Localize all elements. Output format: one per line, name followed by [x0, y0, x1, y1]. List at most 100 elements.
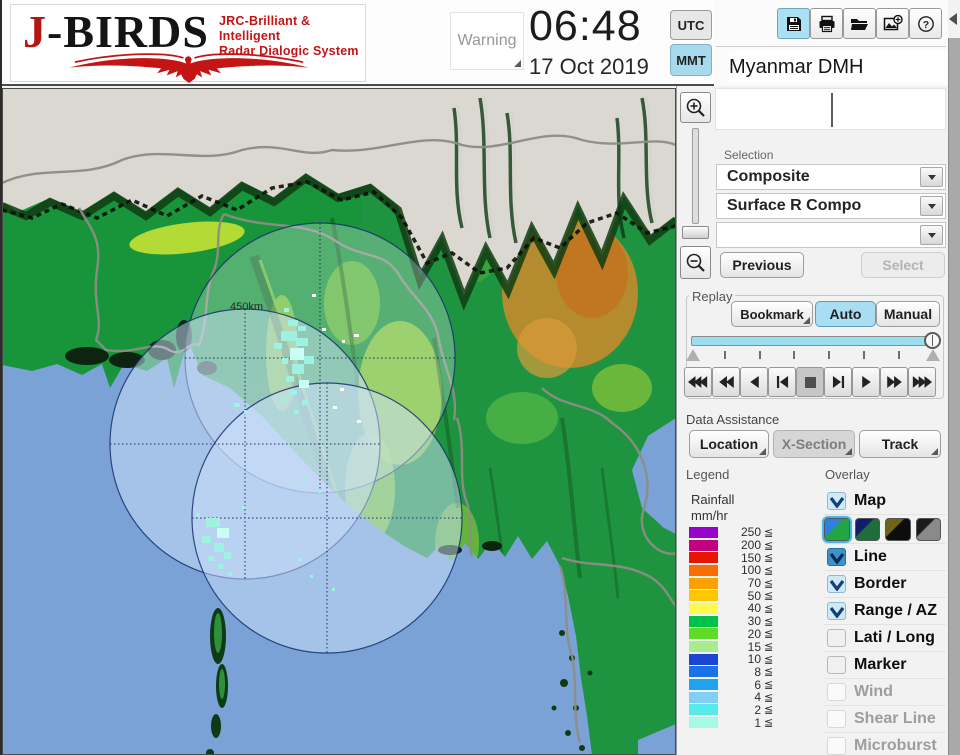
station-title: Myanmar DMH: [729, 51, 947, 83]
rewind-fast-icon: [688, 376, 708, 388]
zoom-out-icon: [686, 253, 705, 272]
chevron-down-icon[interactable]: [920, 196, 943, 216]
legend-row: 6 ≦: [689, 678, 773, 692]
legend-row: 8 ≦: [689, 665, 773, 679]
shear-line-checkbox[interactable]: [827, 710, 846, 728]
map-style-option[interactable]: [854, 517, 880, 541]
xsection-button[interactable]: X-Section: [773, 430, 855, 458]
open-file-button[interactable]: [843, 8, 876, 39]
save-button[interactable]: [777, 8, 810, 39]
save-icon: [786, 16, 801, 31]
stop-button[interactable]: [796, 367, 824, 397]
slider-tick: [759, 351, 761, 359]
overlay-row-map[interactable]: Map: [824, 488, 946, 515]
replay-label: Replay: [689, 289, 736, 304]
overlay-row-line[interactable]: Line: [824, 544, 946, 571]
forward-fast-icon: [912, 376, 932, 388]
location-button[interactable]: Location: [689, 430, 769, 458]
gulf-of-thailand: [430, 617, 564, 755]
replay-slider-track[interactable]: [691, 336, 931, 346]
command-input[interactable]: [715, 88, 946, 130]
scrollbar[interactable]: [948, 38, 960, 755]
jbirds-logo: J-BIRDS JRC-Brilliant & Intelligent Rada…: [10, 4, 366, 83]
product-combobox[interactable]: Surface R Compo: [716, 193, 946, 219]
map-style-option[interactable]: [915, 517, 941, 541]
legend-unit-rainfall: Rainfall: [691, 492, 735, 507]
legend-row: 30 ≦: [689, 614, 773, 628]
chevron-down-icon[interactable]: [920, 167, 943, 187]
slider-tick: [863, 351, 865, 359]
zoom-slider-track[interactable]: [692, 128, 699, 224]
eagle-icon: [69, 53, 309, 83]
previous-button[interactable]: Previous: [720, 252, 804, 278]
rewind-icon: [718, 376, 734, 388]
empty-combobox[interactable]: [716, 222, 946, 248]
overlay-row-shear-line[interactable]: Shear Line: [824, 706, 946, 733]
track-button[interactable]: Track: [859, 430, 941, 458]
select-button[interactable]: Select: [861, 252, 945, 278]
overlay-row-marker[interactable]: Marker: [824, 652, 946, 679]
rewind-button[interactable]: [712, 367, 740, 397]
help-button[interactable]: ?: [909, 8, 942, 39]
range-az-checkbox[interactable]: [827, 602, 846, 620]
panel-collapse-icon[interactable]: [949, 13, 957, 25]
brand-j: J: [23, 6, 47, 57]
corner-grip-icon: [845, 448, 852, 455]
step-forward-button[interactable]: [824, 367, 852, 397]
svg-text:?: ?: [922, 19, 928, 31]
overlay-row-lati-long[interactable]: Lati / Long: [824, 625, 946, 652]
bookmark-button[interactable]: Bookmark: [731, 301, 813, 327]
stop-icon: [804, 376, 816, 388]
utc-button[interactable]: UTC: [670, 10, 712, 40]
text-cursor: [831, 93, 833, 127]
corner-grip-icon: [759, 448, 766, 455]
rainfall-legend: 250 ≦ 200 ≦ 150 ≦ 100 ≦ 70 ≦ 50 ≦ 40 ≦ 30 ≦ 20 ≦ …: [689, 525, 773, 730]
mmt-button[interactable]: MMT: [670, 44, 712, 76]
slider-start-marker[interactable]: [686, 349, 700, 361]
zoom-out-button[interactable]: [680, 246, 711, 279]
wind-checkbox[interactable]: [827, 683, 846, 701]
legend-row: 50 ≦: [689, 589, 773, 603]
play-reverse-button[interactable]: [740, 367, 768, 397]
map-style-option[interactable]: [822, 515, 852, 543]
map-style-option[interactable]: [885, 517, 911, 541]
warning-button[interactable]: Warning: [450, 12, 524, 70]
replay-slider-handle[interactable]: [924, 332, 941, 349]
play-button[interactable]: [852, 367, 880, 397]
jbirds-app-window: J-BIRDS JRC-Brilliant & Intelligent Rada…: [0, 0, 960, 755]
add-image-button[interactable]: [876, 8, 909, 39]
rewind-fast-button[interactable]: [684, 367, 712, 397]
overlay-row-wind[interactable]: Wind: [824, 679, 946, 706]
step-back-button[interactable]: [768, 367, 796, 397]
map-checkbox[interactable]: [827, 492, 846, 510]
microburst-checkbox[interactable]: [827, 737, 846, 755]
overlay-row-microburst[interactable]: Microburst: [824, 733, 946, 755]
composite-combobox[interactable]: Composite: [716, 164, 946, 190]
selection-label: Selection: [724, 148, 774, 162]
legend-row: 150 ≦: [689, 551, 773, 565]
print-button[interactable]: [810, 8, 843, 39]
legend-row: 15 ≦: [689, 640, 773, 654]
map-style-swatches: [822, 515, 946, 544]
overlay-row-range-az[interactable]: Range / AZ: [824, 598, 946, 625]
manual-mode-button[interactable]: Manual: [876, 301, 940, 327]
auto-mode-button[interactable]: Auto: [815, 301, 876, 327]
radar-map[interactable]: 450km: [2, 88, 679, 755]
line-checkbox[interactable]: [827, 548, 846, 566]
slider-end-marker[interactable]: [926, 349, 940, 361]
corner-grip-icon: [514, 60, 521, 67]
radar-map-canvas: 450km: [2, 88, 679, 755]
zoom-in-button[interactable]: [680, 92, 711, 123]
border-checkbox[interactable]: [827, 575, 846, 593]
overlay-panel: Map Line Border Range / AZ Lati / Long M…: [822, 488, 946, 755]
zoom-slider-handle[interactable]: [682, 226, 709, 239]
overlay-row-border[interactable]: Border: [824, 571, 946, 598]
forward-fast-button[interactable]: [908, 367, 936, 397]
overlay-title: Overlay: [825, 467, 870, 482]
lati-long-checkbox[interactable]: [827, 629, 846, 647]
forward-button[interactable]: [880, 367, 908, 397]
clock-date: 17 Oct 2019: [529, 54, 649, 79]
add-image-icon: [883, 14, 903, 30]
chevron-down-icon[interactable]: [920, 225, 943, 245]
marker-checkbox[interactable]: [827, 656, 846, 674]
